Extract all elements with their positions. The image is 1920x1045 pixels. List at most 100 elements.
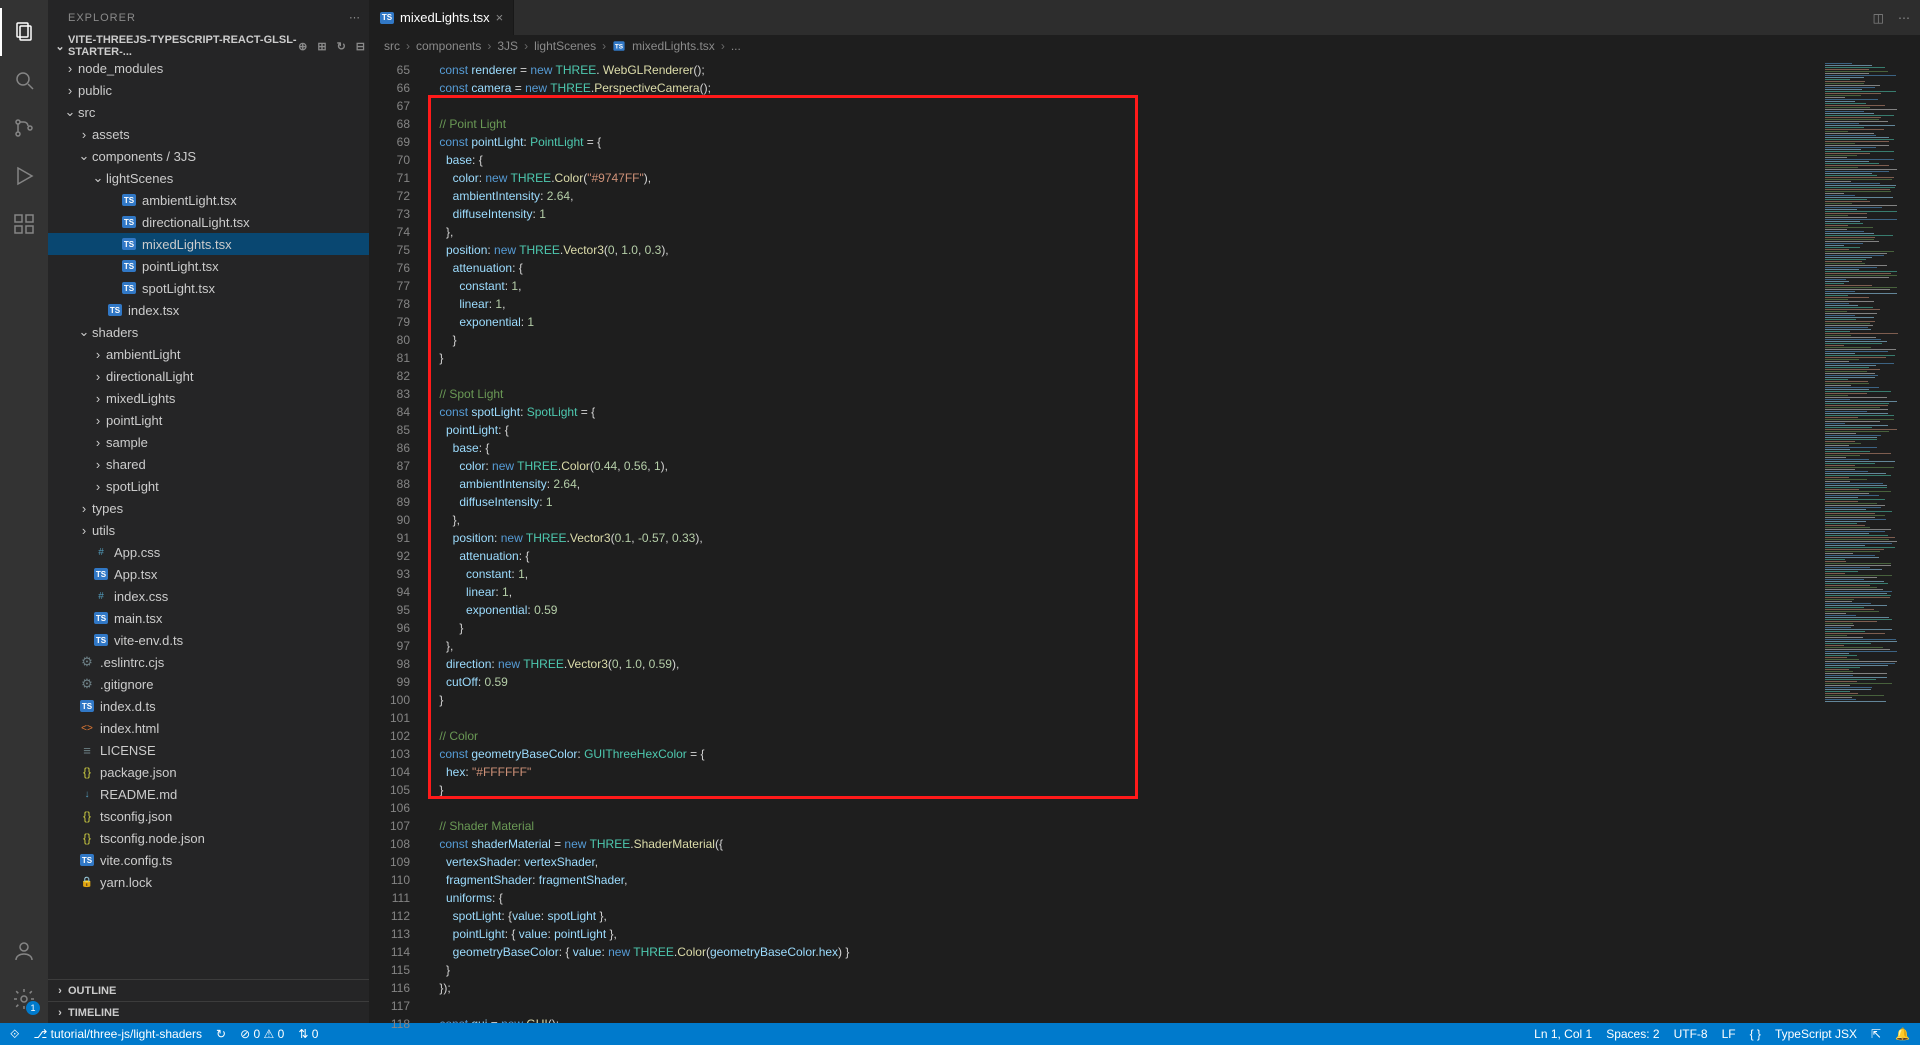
folder-types[interactable]: ›types (48, 497, 369, 519)
file-license[interactable]: ≡LICENSE (48, 739, 369, 761)
tab-bar: TS mixedLights.tsx × ◫ ⋯ (370, 0, 1920, 35)
file-index_html[interactable]: <>index.html (48, 717, 369, 739)
folder-utils[interactable]: ›utils (48, 519, 369, 541)
json-icon: {} (78, 831, 96, 845)
code-content[interactable]: const renderer = new THREE. WebGLRendere… (426, 57, 1820, 1023)
folder-assets[interactable]: ›assets (48, 123, 369, 145)
file-ambientLight_tsx[interactable]: TSambientLight.tsx (48, 189, 369, 211)
file-vite_env[interactable]: TSvite-env.d.ts (48, 629, 369, 651)
minimap[interactable] (1820, 57, 1920, 1023)
remote-icon[interactable]: ⟐ (10, 1027, 19, 1042)
problems[interactable]: ⊘ 0 ⚠ 0 (240, 1027, 284, 1041)
file-gitignore[interactable]: ⚙.gitignore (48, 673, 369, 695)
css-icon: # (92, 591, 110, 602)
html-icon: <> (78, 723, 96, 734)
ts-icon: TS (120, 216, 138, 228)
folder-directionalLight[interactable]: ›directionalLight (48, 365, 369, 387)
file-app_css[interactable]: #App.css (48, 541, 369, 563)
chevron-down-icon: ⌄ (76, 148, 92, 164)
file-index_d_ts[interactable]: TSindex.d.ts (48, 695, 369, 717)
folder-sample[interactable]: ›sample (48, 431, 369, 453)
editor-menu-icon[interactable]: ⋯ (1898, 11, 1910, 25)
language-mode[interactable]: TypeScript JSX (1775, 1027, 1857, 1041)
folder-shaders[interactable]: ⌄shaders (48, 321, 369, 343)
run-debug-activity-icon[interactable] (0, 152, 48, 200)
refresh-icon[interactable]: ↻ (337, 40, 346, 53)
folder-node_modules[interactable]: ›node_modules (48, 57, 369, 79)
file-yarn_lock[interactable]: 🔒yarn.lock (48, 871, 369, 893)
sidebar-menu-icon[interactable]: ⋯ (349, 11, 361, 24)
sync-icon[interactable]: ↻ (216, 1027, 226, 1041)
css-icon: # (92, 547, 110, 558)
chevron-down-icon: ⌄ (90, 170, 106, 186)
workspace-header[interactable]: ⌄ VITE-THREEJS-TYPESCRIPT-REACT-GLSL-STA… (48, 35, 369, 57)
ts-icon: TS (92, 568, 110, 580)
file-tsconfig[interactable]: {}tsconfig.json (48, 805, 369, 827)
file-mixedLights_tsx[interactable]: TSmixedLights.tsx (48, 233, 369, 255)
folder-mixedLights[interactable]: ›mixedLights (48, 387, 369, 409)
tab-mixedlights[interactable]: TS mixedLights.tsx × (370, 0, 514, 35)
branch-name[interactable]: ⎇ tutorial/three-js/light-shaders (33, 1027, 202, 1041)
close-icon[interactable]: × (496, 10, 504, 25)
indentation[interactable]: Spaces: 2 (1606, 1027, 1659, 1041)
line-gutter: 6566676869707172737475767778798081828384… (370, 57, 426, 1023)
folder-ambientLight[interactable]: ›ambientLight (48, 343, 369, 365)
accounts-activity-icon[interactable] (0, 927, 48, 975)
ports[interactable]: ⇅ 0 (298, 1027, 318, 1041)
file-eslintrc[interactable]: ⚙.eslintrc.cjs (48, 651, 369, 673)
folder-lightScenes[interactable]: ⌄lightScenes (48, 167, 369, 189)
file-spotLight_tsx[interactable]: TSspotLight.tsx (48, 277, 369, 299)
settings-activity-icon[interactable]: 1 (0, 975, 48, 1023)
new-folder-icon[interactable]: ⊞ (317, 40, 326, 53)
breadcrumbs[interactable]: src› components› 3JS› lightScenes› TS mi… (370, 35, 1920, 57)
explorer-sidebar: EXPLORER ⋯ ⌄ VITE-THREEJS-TYPESCRIPT-REA… (48, 0, 370, 1023)
editor-area: TS mixedLights.tsx × ◫ ⋯ src› components… (370, 0, 1920, 1023)
split-editor-icon[interactable]: ◫ (1873, 11, 1884, 25)
new-file-icon[interactable]: ⊕ (298, 40, 307, 53)
folder-pointLight[interactable]: ›pointLight (48, 409, 369, 431)
file-readme[interactable]: ↓README.md (48, 783, 369, 805)
ts-icon: TS (120, 194, 138, 206)
cursor-position[interactable]: Ln 1, Col 1 (1534, 1027, 1592, 1041)
activity-bar: 1 (0, 0, 48, 1023)
extensions-activity-icon[interactable] (0, 200, 48, 248)
ts-icon: TS (78, 854, 96, 866)
file-app_tsx[interactable]: TSApp.tsx (48, 563, 369, 585)
folder-shared[interactable]: ›shared (48, 453, 369, 475)
notifications-icon[interactable]: 🔔 (1895, 1027, 1910, 1041)
feedback-icon[interactable]: ⇱ (1871, 1027, 1881, 1041)
timeline-panel[interactable]: ›TIMELINE (48, 1001, 369, 1023)
json-icon: {} (78, 765, 96, 779)
outline-panel[interactable]: ›OUTLINE (48, 979, 369, 1001)
file-tsconfig_node[interactable]: {}tsconfig.node.json (48, 827, 369, 849)
typescript-icon: TS (380, 12, 394, 24)
chevron-right-icon: › (76, 501, 92, 516)
encoding[interactable]: UTF-8 (1674, 1027, 1708, 1041)
collapse-icon[interactable]: ⊟ (356, 40, 365, 53)
file-vite_config[interactable]: TSvite.config.ts (48, 849, 369, 871)
folder-spotLight[interactable]: ›spotLight (48, 475, 369, 497)
file-directionalLight_tsx[interactable]: TSdirectionalLight.tsx (48, 211, 369, 233)
eol[interactable]: LF (1722, 1027, 1736, 1041)
json-icon: {} (78, 809, 96, 823)
chevron-right-icon: › (76, 523, 92, 538)
file-main_tsx[interactable]: TSmain.tsx (48, 607, 369, 629)
braces[interactable]: { } (1750, 1027, 1761, 1041)
file-tree: ›node_modules›public⌄src›assets⌄componen… (48, 57, 369, 979)
chevron-right-icon: › (90, 391, 106, 406)
folder-public[interactable]: ›public (48, 79, 369, 101)
folder-src[interactable]: ⌄src (48, 101, 369, 123)
chevron-right-icon: › (90, 435, 106, 450)
editor-body[interactable]: 6566676869707172737475767778798081828384… (370, 57, 1920, 1023)
file-package_json[interactable]: {}package.json (48, 761, 369, 783)
explorer-activity-icon[interactable] (0, 8, 48, 56)
folder-components_3js[interactable]: ⌄components / 3JS (48, 145, 369, 167)
search-activity-icon[interactable] (0, 56, 48, 104)
file-index_css[interactable]: #index.css (48, 585, 369, 607)
source-control-activity-icon[interactable] (0, 104, 48, 152)
txt-icon: ≡ (78, 743, 96, 758)
file-index_tsx[interactable]: TSindex.tsx (48, 299, 369, 321)
cfg-icon: ⚙ (78, 676, 96, 692)
file-pointLight_tsx[interactable]: TSpointLight.tsx (48, 255, 369, 277)
chevron-down-icon: ⌄ (52, 40, 68, 53)
